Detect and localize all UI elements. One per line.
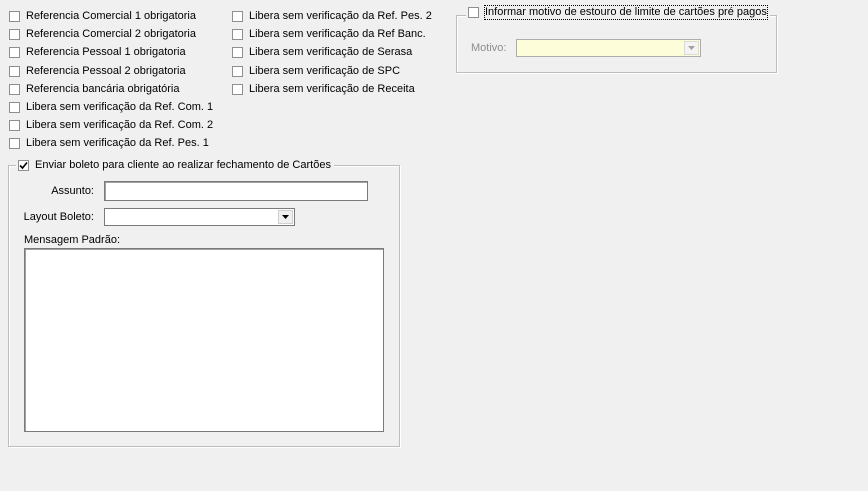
checkbox-row[interactable]: Referencia bancária obrigatória (9, 82, 179, 97)
checkbox-row[interactable]: Referencia Pessoal 1 obrigatoria (9, 45, 186, 60)
checkbox[interactable] (232, 47, 243, 59)
checkbox[interactable] (232, 65, 243, 77)
checkbox-row[interactable]: Libera sem verificação da Ref. Com. 2 (9, 118, 213, 133)
checkbox-label[interactable]: Libera sem verificação de Receita (249, 83, 415, 96)
checkbox-label[interactable]: Referencia Pessoal 1 obrigatoria (26, 46, 186, 59)
checkbox-row[interactable]: Libera sem verificação da Ref Banc. (232, 27, 426, 42)
checkbox[interactable] (9, 29, 20, 41)
motivo-checkbox-label[interactable]: Informar motivo de estouro de limite de … (484, 5, 768, 20)
checkbox-label[interactable]: Libera sem verificação da Ref. Com. 1 (26, 101, 213, 114)
checkbox-label[interactable]: Referencia Comercial 1 obrigatoria (26, 10, 196, 23)
layout-boleto-dropdown-arrow[interactable] (278, 210, 293, 224)
layout-boleto-label: Layout Boleto: (23, 211, 94, 223)
checkbox[interactable] (9, 11, 20, 22)
checkbox[interactable] (9, 83, 20, 95)
motivo-select[interactable] (516, 39, 701, 57)
mensagem-padrao-textarea[interactable] (24, 248, 384, 432)
checkbox[interactable] (9, 102, 20, 113)
checkbox-row[interactable]: Libera sem verificação da Ref. Pes. 1 (9, 136, 209, 151)
motivo-label: Motivo: (471, 42, 507, 54)
checkbox-row[interactable]: Referencia Pessoal 2 obrigatoria (9, 64, 186, 79)
checkbox[interactable] (9, 120, 20, 132)
checkbox-row[interactable]: Libera sem verificação da Ref. Com. 1 (9, 100, 213, 115)
motivo-checkbox[interactable] (468, 7, 479, 18)
checkbox-label[interactable]: Libera sem verificação da Ref. Pes. 1 (26, 137, 209, 150)
chevron-down-icon (688, 46, 695, 50)
checkbox-row[interactable]: Libera sem verificação de Receita (232, 82, 415, 97)
checkbox-label[interactable]: Referencia Pessoal 2 obrigatoria (26, 65, 186, 78)
checkbox[interactable] (9, 47, 20, 59)
checkbox-row[interactable]: Referencia Comercial 1 obrigatoria (9, 9, 196, 24)
assunto-input[interactable] (104, 181, 368, 201)
motivo-group-legend: Informar motivo de estouro de limite de … (466, 5, 770, 20)
boleto-checkbox[interactable] (18, 160, 29, 171)
checkbox-label[interactable]: Libera sem verificação de SPC (249, 65, 400, 78)
check-icon (19, 161, 28, 170)
layout-boleto-select[interactable] (104, 208, 295, 226)
checkbox-label[interactable]: Referencia Comercial 2 obrigatoria (26, 28, 196, 41)
checkbox-label[interactable]: Libera sem verificação da Ref. Pes. 2 (249, 10, 432, 23)
boleto-group-legend: Enviar boleto para cliente ao realizar f… (16, 158, 334, 173)
checkbox[interactable] (9, 65, 20, 77)
checkbox-label[interactable]: Libera sem verificação da Ref Banc. (249, 28, 426, 41)
checkbox[interactable] (232, 11, 243, 22)
checkbox[interactable] (232, 29, 243, 41)
boleto-checkbox-label[interactable]: Enviar boleto para cliente ao realizar f… (35, 159, 331, 172)
checkbox[interactable] (232, 83, 243, 95)
chevron-down-icon (282, 215, 289, 219)
mensagem-padrao-label: Mensagem Padrão: (24, 234, 120, 246)
checkbox-row[interactable]: Libera sem verificação de SPC (232, 64, 400, 79)
checkbox-label[interactable]: Referencia bancária obrigatória (26, 83, 179, 96)
checkbox-row[interactable]: Libera sem verificação da Ref. Pes. 2 (232, 9, 432, 24)
checkbox[interactable] (9, 138, 20, 150)
checkbox-label[interactable]: Libera sem verificação de Serasa (249, 46, 412, 59)
checkbox-label[interactable]: Libera sem verificação da Ref. Com. 2 (26, 119, 213, 132)
checkbox-row[interactable]: Libera sem verificação de Serasa (232, 45, 412, 60)
assunto-label: Assunto: (51, 185, 94, 197)
checkbox-row[interactable]: Referencia Comercial 2 obrigatoria (9, 27, 196, 42)
motivo-dropdown-arrow[interactable] (684, 41, 699, 55)
